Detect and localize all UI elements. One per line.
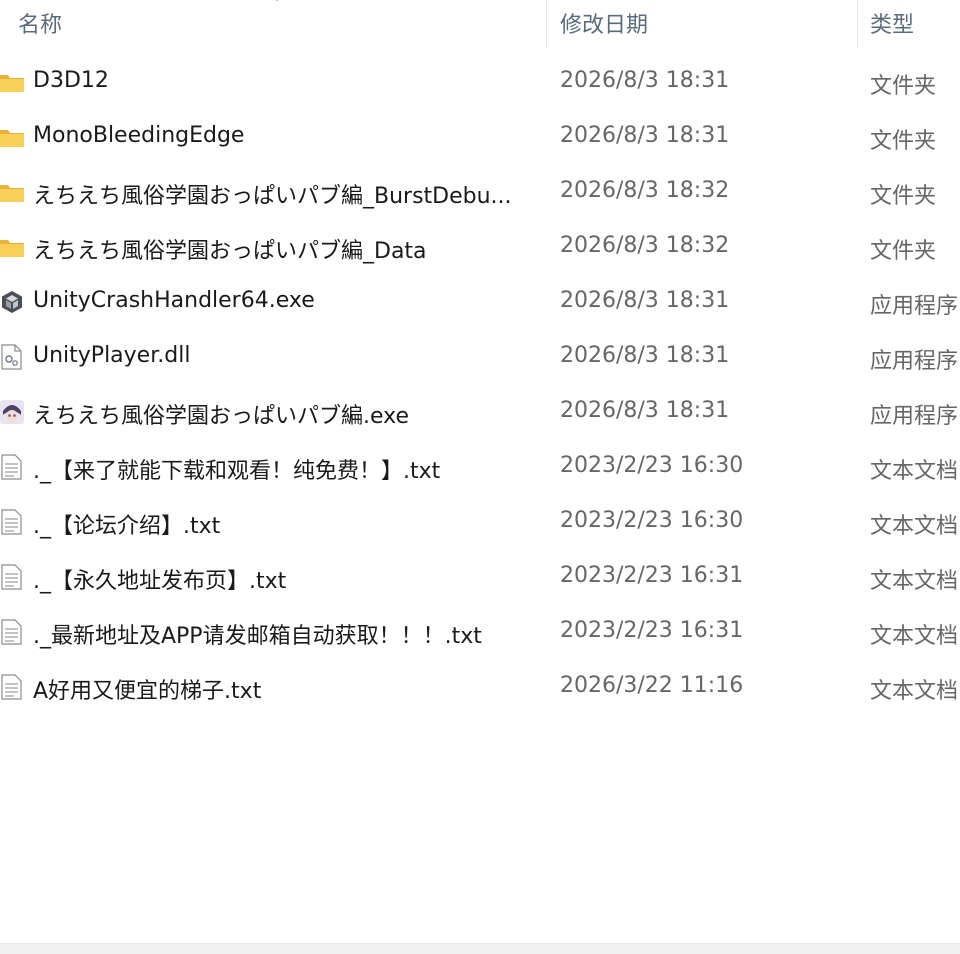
file-list: D3D12 2026/8/3 18:31 文件夹 MonoBleedingEdg… xyxy=(0,56,960,716)
file-type: 文本文档 xyxy=(870,459,959,484)
folder-icon xyxy=(0,185,24,202)
file-name: UnityCrashHandler64.exe xyxy=(33,288,315,313)
column-header-date-modified[interactable]: 修改日期 xyxy=(560,7,648,39)
file-type: 文本文档 xyxy=(870,679,959,704)
file-name: ._【永久地址发布页】.txt xyxy=(33,569,287,594)
file-row[interactable]: UnityCrashHandler64.exe 2026/8/3 18:31 应… xyxy=(0,276,960,331)
file-type: 应用程序 xyxy=(870,349,959,374)
file-date: 2026/3/22 11:16 xyxy=(560,673,744,698)
text-file-icon xyxy=(1,509,22,535)
file-date: 2023/2/23 16:30 xyxy=(560,508,744,533)
file-date: 2023/2/23 16:31 xyxy=(560,618,744,643)
file-type: 文件夹 xyxy=(870,129,937,154)
column-divider[interactable] xyxy=(546,0,547,48)
file-date: 2026/8/3 18:31 xyxy=(560,123,730,148)
file-row[interactable]: MonoBleedingEdge 2026/8/3 18:31 文件夹 xyxy=(0,111,960,166)
file-row[interactable]: えちえち風俗学園おっぱいパブ編.exe 2026/8/3 18:31 应用程序 xyxy=(0,386,960,441)
file-row[interactable]: ._【来了就能下载和观看！纯免费！】.txt 2023/2/23 16:30 文… xyxy=(0,441,960,496)
file-type: 文件夹 xyxy=(870,184,937,209)
file-row[interactable]: ._【论坛介绍】.txt 2023/2/23 16:30 文本文档 xyxy=(0,496,960,551)
unity-icon xyxy=(2,291,22,313)
file-name: ._【论坛介绍】.txt xyxy=(33,514,221,539)
file-row[interactable]: UnityPlayer.dll 2026/8/3 18:31 应用程序 xyxy=(0,331,960,386)
file-explorer-window: 名称 修改日期 类型 D3D12 2026/8/3 18:31 文件夹 Mono… xyxy=(0,0,960,954)
file-type: 文本文档 xyxy=(870,624,959,649)
file-date: 2023/2/23 16:31 xyxy=(560,563,744,588)
column-divider[interactable] xyxy=(857,0,858,48)
file-name: D3D12 xyxy=(33,68,109,93)
file-date: 2026/8/3 18:31 xyxy=(560,68,730,93)
file-row[interactable]: A好用又便宜的梯子.txt 2026/3/22 11:16 文本文档 xyxy=(0,661,960,716)
file-name: えちえち風俗学園おっぱいパブ編.exe xyxy=(33,404,410,429)
game-app-icon xyxy=(0,400,24,424)
file-row[interactable]: えちえち風俗学園おっぱいパブ編_BurstDebu... 2026/8/3 18… xyxy=(0,166,960,221)
file-row[interactable]: ._【永久地址发布页】.txt 2023/2/23 16:31 文本文档 xyxy=(0,551,960,606)
dll-file-icon xyxy=(1,344,22,370)
file-date: 2026/8/3 18:31 xyxy=(560,288,730,313)
text-file-icon xyxy=(1,619,22,645)
file-date: 2026/8/3 18:31 xyxy=(560,343,730,368)
file-date: 2026/8/3 18:32 xyxy=(560,178,730,203)
file-name: えちえち風俗学園おっぱいパブ編_Data xyxy=(33,239,427,264)
file-name: A好用又便宜的梯子.txt xyxy=(33,679,262,704)
file-type: 文件夹 xyxy=(870,74,937,99)
file-row[interactable]: D3D12 2026/8/3 18:31 文件夹 xyxy=(0,56,960,111)
sort-chevron-icon[interactable] xyxy=(268,0,286,6)
file-date: 2026/8/3 18:31 xyxy=(560,398,730,423)
folder-icon xyxy=(0,240,24,257)
file-name: ._【来了就能下载和观看！纯免费！】.txt xyxy=(33,459,441,484)
file-date: 2023/2/23 16:30 xyxy=(560,453,744,478)
column-header-bar: 名称 修改日期 类型 xyxy=(0,0,960,48)
text-file-icon xyxy=(1,454,22,480)
column-header-type[interactable]: 类型 xyxy=(870,7,914,39)
folder-icon xyxy=(0,130,24,147)
file-type: 应用程序 xyxy=(870,404,959,429)
file-type: 文本文档 xyxy=(870,514,959,539)
column-header-name[interactable]: 名称 xyxy=(18,7,62,39)
file-name: ._最新地址及APP请发邮箱自动获取！！！.txt xyxy=(33,624,482,649)
file-type: 应用程序 xyxy=(870,294,959,319)
file-date: 2026/8/3 18:32 xyxy=(560,233,730,258)
file-name: えちえち風俗学園おっぱいパブ編_BurstDebu... xyxy=(33,184,512,209)
file-type: 文本文档 xyxy=(870,569,959,594)
file-name: MonoBleedingEdge xyxy=(33,123,245,148)
file-type: 文件夹 xyxy=(870,239,937,264)
file-row[interactable]: えちえち風俗学園おっぱいパブ編_Data 2026/8/3 18:32 文件夹 xyxy=(0,221,960,276)
horizontal-scrollbar[interactable] xyxy=(0,943,960,954)
file-row[interactable]: ._最新地址及APP请发邮箱自动获取！！！.txt 2023/2/23 16:3… xyxy=(0,606,960,661)
text-file-icon xyxy=(1,564,22,590)
text-file-icon xyxy=(1,674,22,700)
file-name: UnityPlayer.dll xyxy=(33,343,191,368)
folder-icon xyxy=(0,75,24,92)
